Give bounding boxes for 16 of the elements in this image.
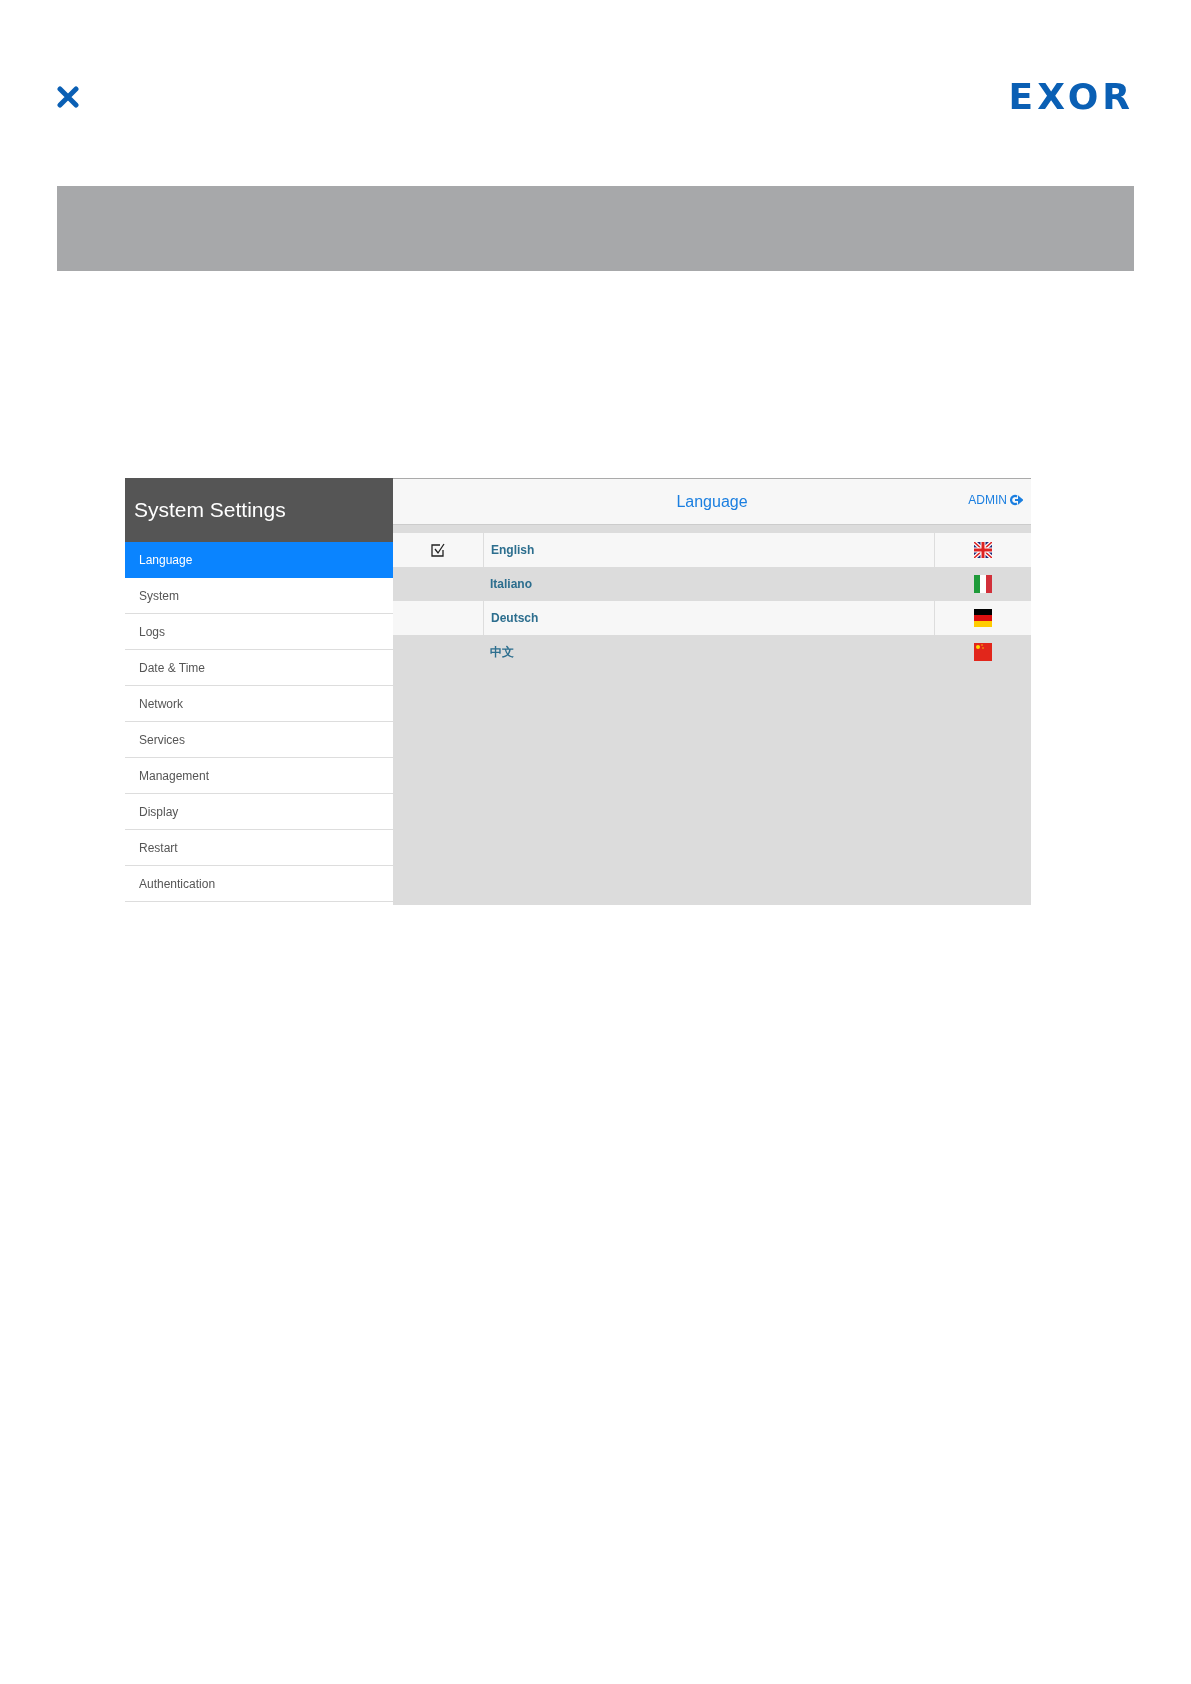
page-title: Language	[676, 492, 748, 511]
language-option[interactable]: 中文	[490, 643, 514, 661]
user-label: ADMIN	[968, 493, 1007, 507]
language-option[interactable]: Italiano	[490, 577, 532, 591]
language-option[interactable]: Deutsch	[491, 611, 539, 625]
germany-flag-icon	[974, 609, 992, 627]
china-flag-icon	[974, 643, 992, 661]
italy-flag-icon	[974, 575, 992, 593]
logo: EXOR	[1008, 80, 1134, 114]
language-option[interactable]: English	[491, 543, 535, 557]
logout-icon[interactable]	[1010, 494, 1023, 506]
uk-flag-icon	[974, 542, 992, 558]
checkbox-checked-icon[interactable]	[430, 542, 446, 558]
cross-icon	[57, 86, 79, 108]
sidebar-title: System Settings	[125, 478, 393, 542]
sidebar-item[interactable]: Language	[125, 542, 393, 578]
